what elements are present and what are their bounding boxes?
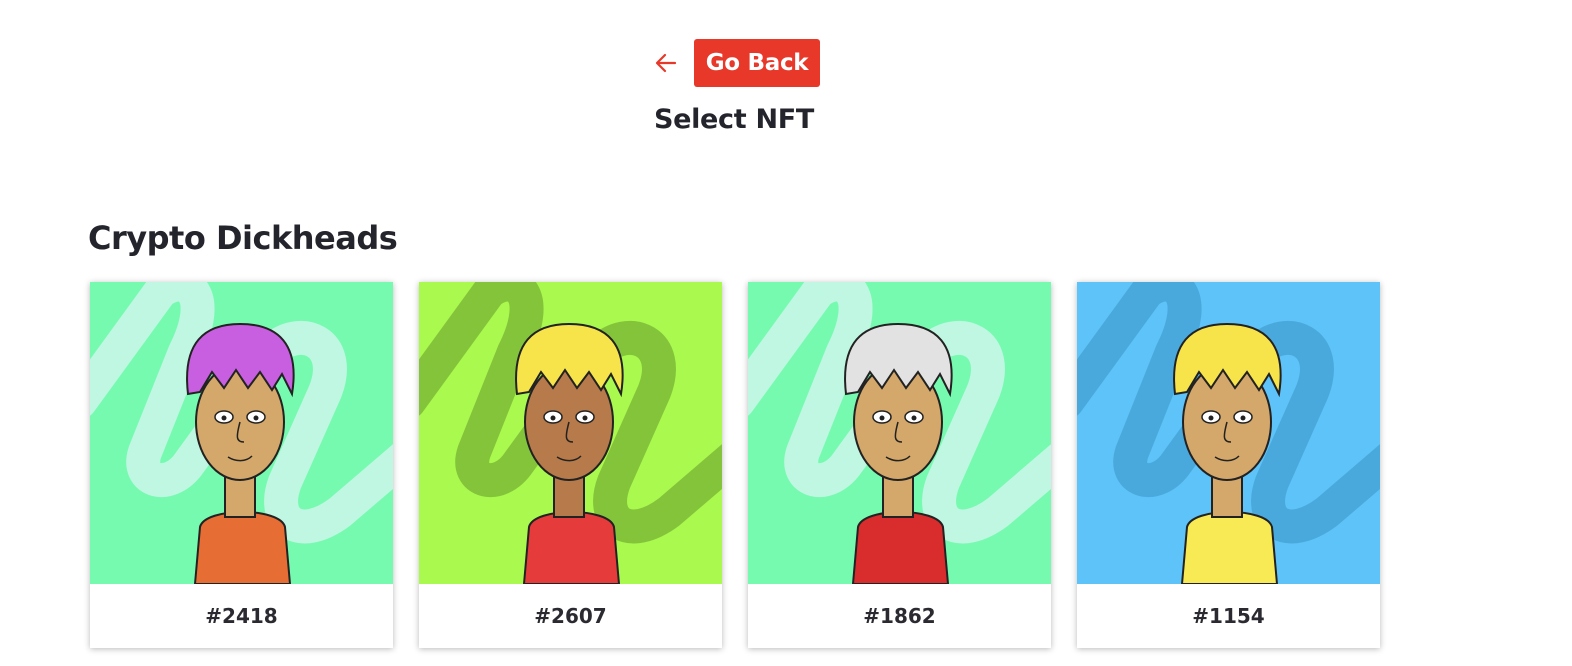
nft-token-id: #2418 — [205, 604, 278, 628]
nft-image — [419, 282, 722, 584]
collection-title: Crypto Dickheads — [88, 219, 398, 257]
nft-grid: #2418 #2607 #1862 #1154 — [90, 282, 1380, 648]
nft-token-id: #1862 — [863, 604, 936, 628]
arrow-left-icon[interactable] — [652, 49, 680, 77]
nft-card[interactable]: #2418 — [90, 282, 393, 648]
nft-image — [748, 282, 1051, 584]
go-back-button[interactable]: Go Back — [693, 39, 821, 87]
header-bar: Go Back — [0, 39, 1472, 87]
nft-card[interactable]: #2607 — [419, 282, 722, 648]
nft-image — [90, 282, 393, 584]
nft-token-id: #1154 — [1192, 604, 1265, 628]
page-title: Select NFT — [653, 104, 815, 135]
nft-card[interactable]: #1154 — [1077, 282, 1380, 648]
nft-token-id: #2607 — [534, 604, 607, 628]
nft-card[interactable]: #1862 — [748, 282, 1051, 648]
nft-image — [1077, 282, 1380, 584]
